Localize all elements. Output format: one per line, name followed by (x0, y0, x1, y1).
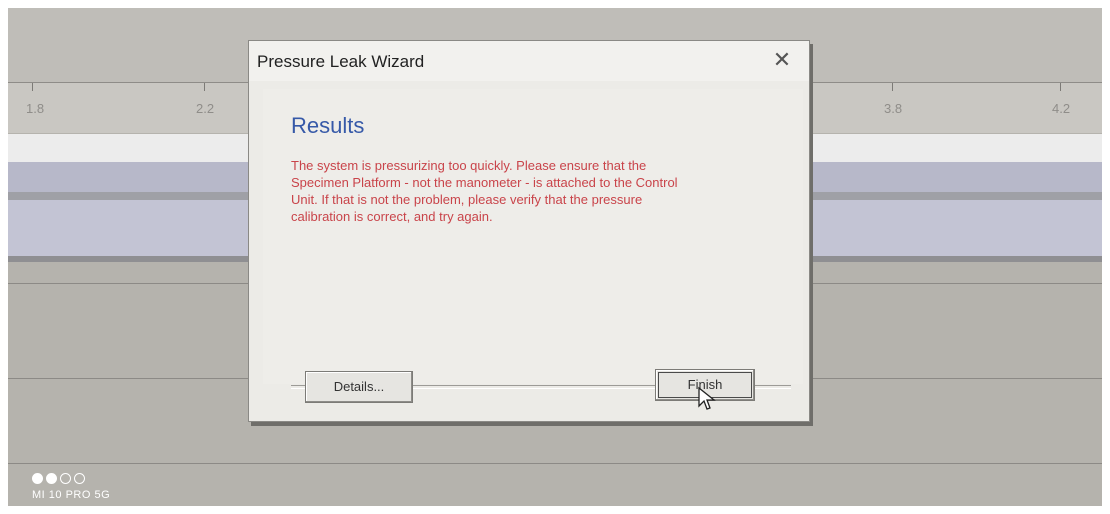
camera-watermark-dots (32, 471, 88, 489)
mouse-pointer-icon (698, 386, 716, 410)
ruler-label: 4.2 (1052, 101, 1071, 116)
ruler-tick (32, 83, 33, 91)
close-icon[interactable]: ✕ (769, 47, 795, 73)
watermark-dot (32, 473, 43, 484)
ruler-label: 3.8 (884, 101, 903, 116)
results-heading: Results (291, 113, 365, 138)
watermark-dot (46, 473, 57, 484)
ruler-label: 2.2 (196, 101, 215, 116)
table-row-line (8, 463, 1102, 464)
ruler-tick (1060, 83, 1061, 91)
watermark-dot (74, 473, 85, 484)
camera-watermark: MI 10 PRO 5G (32, 489, 111, 501)
error-message: The system is pressurizing too quickly. … (291, 158, 678, 224)
dialog-titlebar[interactable]: Pressure Leak Wizard ✕ (249, 41, 809, 81)
ruler-label: 1.8 (26, 101, 45, 116)
dialog-title: Pressure Leak Wizard (257, 52, 425, 71)
details-button[interactable]: Details... (305, 371, 413, 403)
watermark-dot (60, 473, 71, 484)
ruler-tick (892, 83, 893, 91)
dialog-content: Results The system is pressurizing too q… (263, 89, 803, 389)
pressure-leak-wizard-dialog: Pressure Leak Wizard ✕ Results The syste… (248, 40, 810, 422)
ruler-tick (204, 83, 205, 91)
